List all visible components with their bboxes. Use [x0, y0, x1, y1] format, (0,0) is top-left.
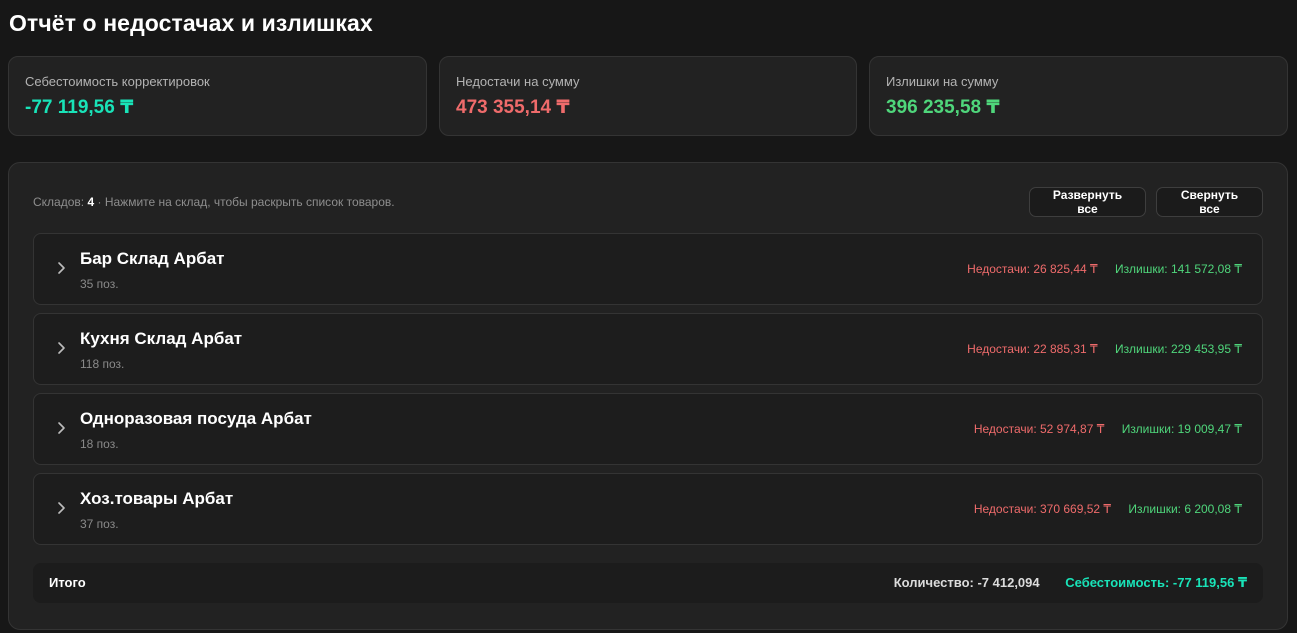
- warehouse-stats: Недостачи: 26 825,44 ₸ Излишки: 141 572,…: [967, 262, 1242, 276]
- totals-quantity: Количество: -7 412,094: [893, 575, 1040, 590]
- warehouse-name: Хоз.товары Арбат: [80, 489, 234, 508]
- summary-card-value: -77 119,56 ₸: [25, 97, 134, 118]
- warehouse-count: 4: [87, 195, 95, 209]
- report-page: Отчёт о недостачах и излишках Себестоимо…: [0, 0, 1297, 633]
- warehouse-stats: Недостачи: 22 885,31 ₸ Излишки: 229 453,…: [967, 342, 1242, 356]
- warehouse-stats: Недостачи: 370 669,52 ₸ Излишки: 6 200,0…: [974, 502, 1242, 516]
- warehouse-surplus: Излишки: 141 572,08 ₸: [1115, 262, 1242, 276]
- summary-card-shortages: Недостачи на сумму 473 355,14 ₸: [439, 56, 857, 136]
- warehouse-row[interactable]: Одноразовая посуда Арбат 18 поз. Недоста…: [33, 393, 1263, 465]
- warehouse-row[interactable]: Бар Склад Арбат 35 поз. Недостачи: 26 82…: [33, 233, 1263, 305]
- warehouse-stats: Недостачи: 52 974,87 ₸ Излишки: 19 009,4…: [974, 422, 1242, 436]
- warehouse-shortage: Недостачи: 22 885,31 ₸: [967, 342, 1098, 356]
- totals-row: Итого Количество: -7 412,094 Себестоимос…: [33, 563, 1263, 603]
- summary-card-label: Себестоимость корректировок: [25, 74, 210, 89]
- chevron-right-icon: [58, 342, 65, 354]
- expand-all-button[interactable]: Развернуть все: [1029, 187, 1146, 217]
- summary-card-surpluses: Излишки на сумму 396 235,58 ₸: [869, 56, 1288, 136]
- warehouse-shortage: Недостачи: 26 825,44 ₸: [967, 262, 1098, 276]
- warehouse-shortage: Недостачи: 52 974,87 ₸: [973, 422, 1105, 436]
- chevron-right-icon: [58, 422, 65, 434]
- chevron-right-icon: [58, 502, 65, 514]
- warehouse-surplus: Излишки: 229 453,95 ₸: [1115, 342, 1242, 356]
- summary-card-value: 473 355,14 ₸: [456, 97, 570, 118]
- page-title: Отчёт о недостачах и излишках: [9, 10, 373, 36]
- chevron-right-icon: [58, 262, 65, 274]
- warehouse-item-count: 37 поз.: [80, 517, 119, 531]
- totals-values: Количество: -7 412,094 Себестоимость: -7…: [894, 575, 1247, 591]
- warehouse-shortage: Недостачи: 370 669,52 ₸: [973, 502, 1112, 516]
- warehouse-item-count: 118 поз.: [80, 357, 125, 371]
- hint-prefix: Складов:: [33, 195, 85, 209]
- totals-cost: Себестоимость: -77 119,56 ₸: [1065, 575, 1247, 590]
- summary-cards: Себестоимость корректировок -77 119,56 ₸…: [8, 56, 1288, 138]
- warehouses-panel: Складов: 4 · Нажмите на склад, чтобы рас…: [8, 162, 1288, 630]
- warehouse-name: Одноразовая посуда Арбат: [80, 409, 312, 428]
- warehouse-item-count: 18 поз.: [80, 437, 119, 451]
- warehouse-name: Бар Склад Арбат: [80, 249, 225, 268]
- warehouse-name: Кухня Склад Арбат: [80, 329, 243, 348]
- summary-card-adjustment-cost: Себестоимость корректировок -77 119,56 ₸: [8, 56, 427, 136]
- warehouse-item-count: 35 поз.: [80, 277, 119, 291]
- warehouse-surplus: Излишки: 6 200,08 ₸: [1128, 502, 1242, 516]
- warehouse-row[interactable]: Кухня Склад Арбат 118 поз. Недостачи: 22…: [33, 313, 1263, 385]
- warehouse-surplus: Излишки: 19 009,47 ₸: [1121, 422, 1242, 436]
- warehouse-row[interactable]: Хоз.товары Арбат 37 поз. Недостачи: 370 …: [33, 473, 1263, 545]
- totals-label: Итого: [49, 575, 86, 590]
- summary-card-label: Недостачи на сумму: [456, 74, 580, 89]
- summary-card-value: 396 235,58 ₸: [886, 97, 1000, 118]
- summary-card-label: Излишки на сумму: [886, 74, 999, 89]
- hint-suffix: · Нажмите на склад, чтобы раскрыть списо…: [97, 195, 395, 209]
- collapse-all-button[interactable]: Свернуть все: [1156, 187, 1263, 217]
- warehouses-hint: Складов: 4 · Нажмите на склад, чтобы рас…: [33, 195, 395, 209]
